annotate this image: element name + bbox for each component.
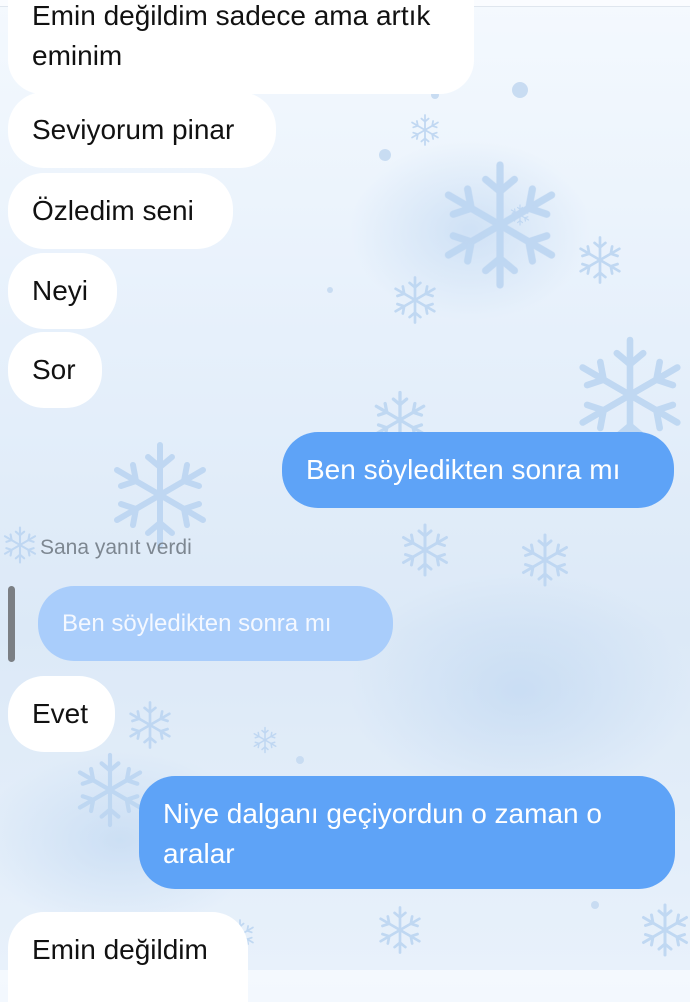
outgoing-message-bubble[interactable]: Niye dalganı geçiyordun o zaman o aralar — [139, 776, 675, 889]
message-text: Niye dalganı geçiyordun o zaman o aralar — [163, 798, 602, 869]
incoming-message-bubble[interactable]: Neyi — [8, 253, 117, 329]
incoming-message-bubble[interactable]: Emin değildim sadece ama artık eminim — [8, 0, 474, 94]
message-text: Özledim seni — [32, 195, 194, 226]
incoming-message-bubble[interactable]: Evet — [8, 676, 115, 752]
quoted-message-bubble[interactable]: Ben söyledikten sonra mı — [38, 586, 393, 661]
message-text: Neyi — [32, 275, 89, 306]
message-text: Evet — [32, 698, 89, 729]
reply-label: Sana yanıt verdi — [40, 536, 192, 559]
message-text: Emin değildim — [32, 934, 208, 965]
message-text: Ben söyledikten sonra mı — [306, 454, 621, 485]
reply-indicator-bar — [8, 586, 15, 662]
outgoing-message-bubble[interactable]: Ben söyledikten sonra mı — [282, 432, 674, 508]
incoming-message-bubble[interactable]: Seviyorum pinar — [8, 92, 276, 168]
incoming-message-bubble[interactable]: Emin değildim — [8, 912, 248, 1002]
incoming-message-bubble[interactable]: Özledim seni — [8, 173, 233, 249]
message-text: Emin değildim sadece ama artık eminim — [32, 0, 431, 71]
quoted-message-text: Ben söyledikten sonra mı — [62, 610, 332, 637]
chat-thread[interactable]: Emin değildim sadece ama artık eminim Se… — [0, 0, 690, 1002]
incoming-message-bubble[interactable]: Sor — [8, 332, 102, 408]
message-text: Sor — [32, 354, 76, 385]
message-text: Seviyorum pinar — [32, 114, 235, 145]
